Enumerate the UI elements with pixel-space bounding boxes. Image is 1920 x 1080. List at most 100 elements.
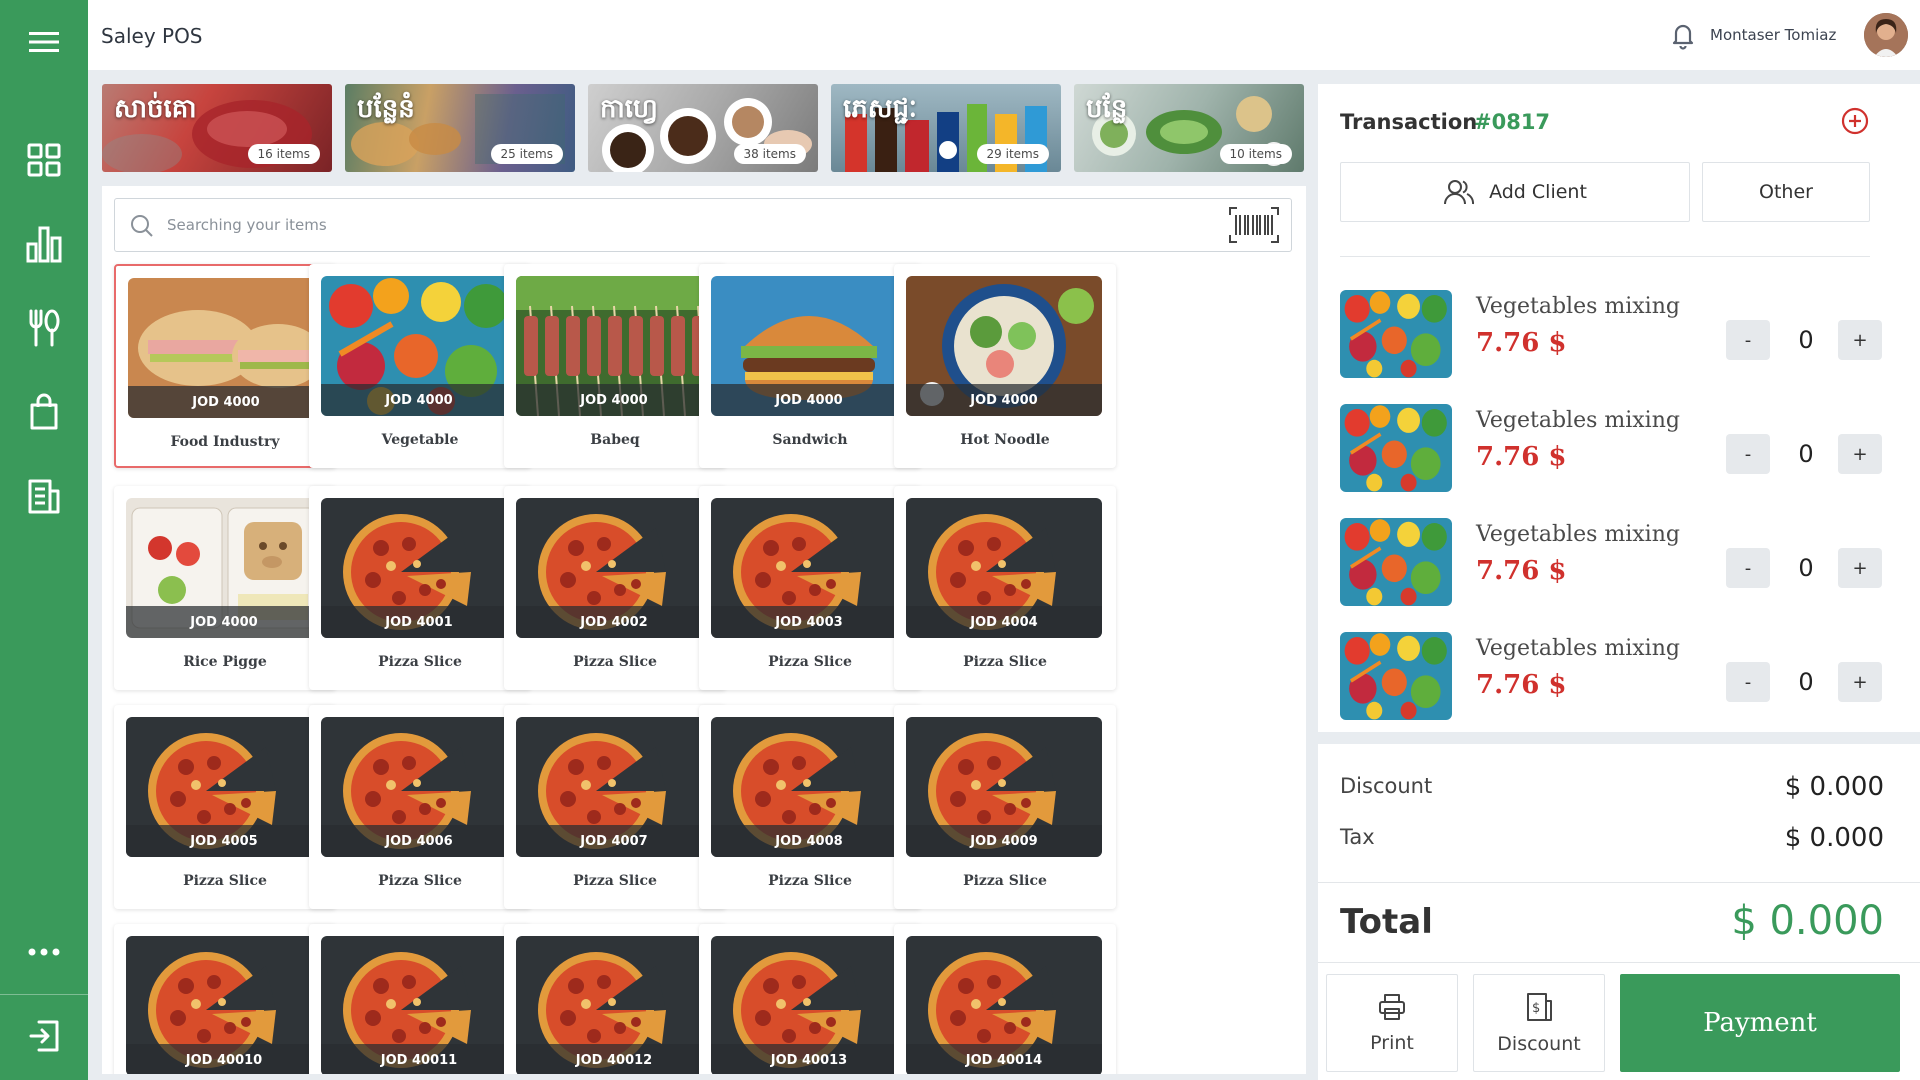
product-card[interactable]: JOD 4002 Pizza Slice — [504, 486, 726, 690]
notifications-button[interactable] — [1668, 20, 1698, 50]
product-price: JOD 4002 — [516, 606, 712, 638]
menu-button[interactable] — [0, 12, 88, 72]
product-card[interactable]: JOD 4000 Vegetable — [309, 264, 531, 468]
increase-qty-button[interactable]: + — [1838, 434, 1882, 474]
product-card[interactable]: JOD 4006 Pizza Slice — [309, 705, 531, 909]
product-card[interactable]: JOD 4000 Rice Pigge — [114, 486, 336, 690]
increase-qty-button[interactable]: + — [1838, 662, 1882, 702]
product-card[interactable]: JOD 4000 Food Industry — [114, 264, 336, 468]
product-price: JOD 4000 — [128, 386, 324, 418]
order-line-name: Vegetables mixing — [1476, 636, 1680, 661]
product-image: JOD 4000 — [516, 276, 712, 416]
sidebar-item-invoices[interactable] — [0, 466, 88, 526]
product-card[interactable]: JOD 4009 Pizza Slice — [894, 705, 1116, 909]
order-line-qty: 0 — [1798, 668, 1814, 696]
product-price: JOD 4000 — [126, 606, 322, 638]
order-line: Vegetables mixing 7.76 $ -0 + — [1340, 518, 1900, 608]
product-card[interactable]: JOD 4003 Pizza Slice — [699, 486, 921, 690]
top-bar: Saley POS Montaser Tomiaz — [88, 0, 1920, 70]
search-icon — [131, 215, 153, 237]
product-image: JOD 4000 — [321, 276, 517, 416]
product-card[interactable]: JOD 4000 Hot Noodle — [894, 264, 1116, 468]
product-card[interactable]: JOD 4008 Pizza Slice — [699, 705, 921, 909]
product-name: Pizza Slice — [573, 873, 657, 889]
order-line-qty: 0 — [1798, 440, 1814, 468]
decrease-qty-button[interactable]: - — [1726, 662, 1770, 702]
payment-button[interactable]: Payment — [1620, 974, 1900, 1072]
product-card[interactable]: JOD 4007 Pizza Slice — [504, 705, 726, 909]
sidebar-item-menu-food[interactable] — [0, 298, 88, 358]
category-title: កាហ្វេ — [600, 94, 658, 124]
avatar[interactable] — [1864, 13, 1908, 57]
product-name: Pizza Slice — [963, 873, 1047, 889]
divider — [1318, 962, 1920, 963]
user-name[interactable]: Montaser Tomiaz — [1710, 26, 1836, 44]
sidebar-more[interactable] — [0, 922, 88, 982]
product-card[interactable]: JOD 40010Pizza Slice — [114, 924, 336, 1074]
product-price: JOD 40013 — [711, 1044, 907, 1074]
product-card[interactable]: JOD 4000 Babeq — [504, 264, 726, 468]
transaction-panel: Transaction #0817 Add Client Other Veget… — [1318, 84, 1920, 732]
category-card-vegetables[interactable]: បន្លែ 10 items — [1074, 84, 1304, 172]
product-name: Pizza Slice — [183, 873, 267, 889]
product-price: JOD 4005 — [126, 825, 322, 857]
app-title: Saley POS — [101, 24, 203, 48]
decrease-qty-button[interactable]: - — [1726, 320, 1770, 360]
product-card[interactable]: JOD 40011Pizza Slice — [309, 924, 531, 1074]
order-line-price: 7.76 $ — [1476, 328, 1567, 358]
category-count: 38 items — [733, 144, 806, 164]
logout-icon — [29, 1020, 59, 1052]
product-card[interactable]: JOD 40014Pizza Slice — [894, 924, 1116, 1074]
other-button[interactable]: Other — [1702, 162, 1870, 222]
logout-button[interactable] — [0, 1006, 88, 1066]
search-input[interactable] — [167, 209, 1167, 241]
product-name: Babeq — [590, 432, 640, 448]
order-line-price: 7.76 $ — [1476, 442, 1567, 472]
order-line-image — [1340, 290, 1452, 378]
transaction-number: #0817 — [1474, 110, 1551, 134]
product-price: JOD 4001 — [321, 606, 517, 638]
product-card[interactable]: JOD 4001 Pizza Slice — [309, 486, 531, 690]
category-card-beef[interactable]: សាច់គោ 16 items — [102, 84, 332, 172]
order-line: Vegetables mixing 7.76 $ -0 + — [1340, 404, 1900, 494]
category-count: 29 items — [976, 144, 1049, 164]
category-count: 10 items — [1219, 144, 1292, 164]
sidebar-item-dashboard[interactable] — [0, 130, 88, 190]
new-transaction-button[interactable] — [1840, 106, 1870, 136]
discount-value: $ 0.000 — [1784, 772, 1884, 802]
increase-qty-button[interactable]: + — [1838, 320, 1882, 360]
barcode-scan-button[interactable] — [1227, 205, 1281, 245]
product-image: JOD 40012 — [516, 936, 712, 1074]
category-card-drinks[interactable]: ភេសជ្ជៈ 29 items — [831, 84, 1061, 172]
product-card[interactable]: JOD 4000 Sandwich — [699, 264, 921, 468]
more-icon — [28, 948, 60, 956]
decrease-qty-button[interactable]: - — [1726, 434, 1770, 474]
product-price: JOD 40014 — [906, 1044, 1102, 1074]
sidebar-item-reports-chart[interactable] — [0, 214, 88, 274]
product-image: JOD 4000 — [126, 498, 322, 638]
add-client-button[interactable]: Add Client — [1340, 162, 1690, 222]
order-line-name: Vegetables mixing — [1476, 408, 1680, 433]
product-image: JOD 40013 — [711, 936, 907, 1074]
product-card[interactable]: JOD 40012Pizza Slice — [504, 924, 726, 1074]
print-button[interactable]: Print — [1326, 974, 1458, 1072]
sidebar-item-orders[interactable] — [0, 382, 88, 442]
bell-icon — [1672, 24, 1694, 50]
add-circle-icon — [1841, 107, 1869, 135]
product-name: Pizza Slice — [963, 654, 1047, 670]
increase-qty-button[interactable]: + — [1838, 548, 1882, 588]
product-card[interactable]: JOD 4005 Pizza Slice — [114, 705, 336, 909]
order-line-qty: 0 — [1798, 554, 1814, 582]
category-card-bakery[interactable]: បន្លែនំ 25 items — [345, 84, 575, 172]
category-title: បន្លែ — [1086, 94, 1128, 124]
product-card[interactable]: JOD 4004 Pizza Slice — [894, 486, 1116, 690]
discount-button[interactable]: $ Discount — [1473, 974, 1605, 1072]
order-line-image — [1340, 518, 1452, 606]
order-line-image — [1340, 632, 1452, 720]
decrease-qty-button[interactable]: - — [1726, 548, 1770, 588]
product-card[interactable]: JOD 40013Pizza Slice — [699, 924, 921, 1074]
products-panel: JOD 4000Food IndustryJOD 4000VegetableJO… — [102, 186, 1306, 1074]
category-card-coffee[interactable]: កាហ្វេ 38 items — [588, 84, 818, 172]
divider — [1318, 882, 1920, 883]
order-line-name: Vegetables mixing — [1476, 522, 1680, 547]
